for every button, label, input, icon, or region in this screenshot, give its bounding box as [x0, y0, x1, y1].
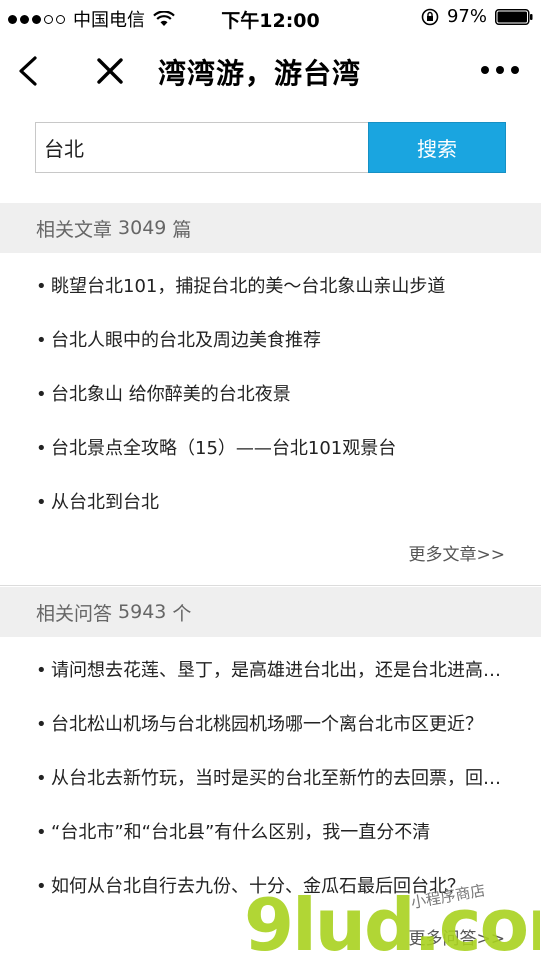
status-bar: 中国电信 下午12:00 97%: [0, 0, 541, 36]
section-divider: [0, 585, 541, 586]
back-arrow-icon[interactable]: [16, 56, 40, 86]
questions-header-unit: 个: [172, 602, 192, 625]
article-item[interactable]: • 眺望台北101，捕捉台北的美～台北象山亲山步道: [36, 260, 506, 314]
nav-bar: 湾湾游，游台湾: [0, 36, 541, 108]
page-title: 湾湾游，游台湾: [158, 57, 362, 90]
articles-list: • 眺望台北101，捕捉台北的美～台北象山亲山步道 • 台北人眼中的台北及周边美食推…: [36, 260, 506, 530]
article-item[interactable]: • 从台北到台北: [36, 476, 506, 530]
questions-header-label: 相关问答: [36, 602, 113, 625]
watermark-logo-text: 9lud.com: [244, 883, 540, 960]
watermark-logo: 9lud.com 小程序商店: [244, 882, 540, 960]
question-item[interactable]: • 台北松山机场与台北桃园机场哪一个离台北市区更近？: [36, 698, 506, 752]
question-item[interactable]: • 请问想去花莲、垦丁，是高雄进台北出，还是台北进高雄出？: [36, 644, 506, 698]
articles-count: 3049: [118, 217, 167, 239]
search-input[interactable]: [35, 122, 368, 173]
questions-section-header: 相关问答 5943 个: [0, 587, 541, 637]
status-right: 97%: [421, 6, 533, 27]
article-item[interactable]: • 台北人眼中的台北及周边美食推荐: [36, 314, 506, 368]
battery-icon: [495, 8, 533, 25]
article-item[interactable]: • 台北景点全攻略（15）——台北101观景台: [36, 422, 506, 476]
questions-list: • 请问想去花莲、垦丁，是高雄进台北出，还是台北进高雄出？ • 台北松山机场与台北桃…: [36, 644, 506, 914]
question-item[interactable]: •从台北去新竹玩，当时是买的台北至新竹的去回票，回程可以改吗: [36, 752, 506, 806]
question-item[interactable]: • “台北市”和“台北县”有什么区别，我一直分不清: [36, 806, 506, 860]
rotation-lock-icon: [421, 8, 439, 25]
more-articles-link[interactable]: 更多文章>>: [409, 540, 506, 565]
battery-percent: 97%: [446, 6, 487, 27]
search-button[interactable]: 搜索: [368, 122, 506, 173]
search-bar: 搜索: [35, 122, 506, 173]
article-item[interactable]: • 台北象山 给你醉美的台北夜景: [36, 368, 506, 422]
articles-header-label: 相关文章: [36, 218, 113, 241]
articles-section-header: 相关文章 3049 篇: [0, 203, 541, 253]
questions-count: 5943: [118, 601, 167, 623]
articles-header-unit: 篇: [172, 218, 192, 241]
more-icon[interactable]: [481, 66, 519, 74]
close-icon[interactable]: [97, 58, 123, 84]
